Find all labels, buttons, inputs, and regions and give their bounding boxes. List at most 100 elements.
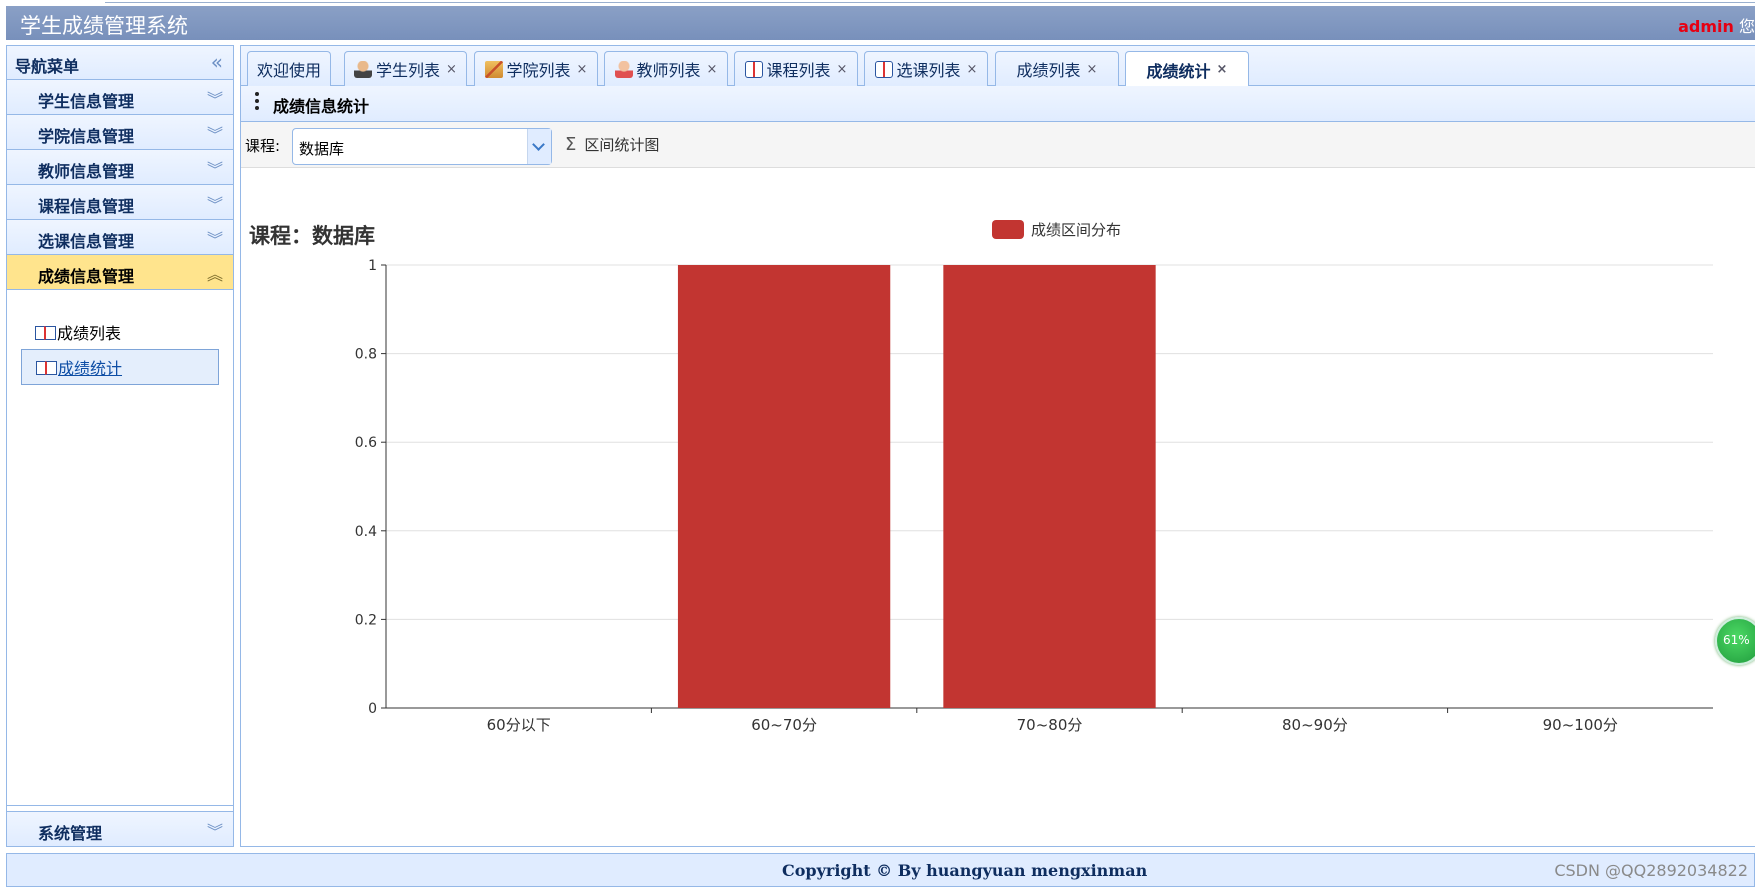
y-tick-label: 0.4 (355, 524, 377, 540)
x-tick-label: 60分以下 (487, 716, 551, 734)
close-icon[interactable]: × (707, 62, 718, 77)
range-chart-button[interactable]: Σ 区间统计图 (565, 134, 659, 155)
bar (943, 265, 1156, 708)
tab-label: 欢迎使用 (256, 61, 321, 80)
x-tick-label: 60~70分 (751, 716, 817, 734)
sidebar-section-label: 学生信息管理 (38, 92, 135, 111)
close-icon[interactable]: × (837, 62, 848, 77)
progress-badge-label: 61% (1723, 633, 1750, 647)
double-chevron-down-icon[interactable]: ︾ (207, 226, 223, 250)
user-greeting-suffix: 您 (1738, 17, 1755, 36)
tab-teacher-list[interactable]: 教师列表 × (604, 51, 728, 86)
y-tick-label: 0.8 (355, 347, 377, 363)
double-chevron-down-icon[interactable]: ︾ (207, 121, 223, 145)
sidebar-section-label: 选课信息管理 (38, 232, 135, 251)
double-chevron-down-icon[interactable]: ︾ (207, 156, 223, 180)
sidebar-section-label: 教师信息管理 (38, 162, 135, 181)
sigma-icon: Σ (565, 134, 577, 155)
panel-title: 成绩信息统计 (273, 97, 370, 116)
course-select-value: 数据库 (299, 140, 345, 158)
range-chart-button-label: 区间统计图 (584, 136, 660, 154)
x-tick-label: 90~100分 (1543, 716, 1618, 734)
tab-label: 成绩列表 (1016, 61, 1081, 80)
tab-grade-stats[interactable]: 成绩统计 × (1125, 51, 1249, 87)
sidebar-header: 导航菜单 « (7, 46, 233, 80)
tab-label: 学生列表 (376, 61, 441, 80)
chart-area: 课程：数据库 成绩区间分布 0 0.2 0.4 0.6 0.8 1 60分以下 60~70分 7… (241, 210, 1755, 846)
sidebar: 导航菜单 « 学生信息管理 ︾ 学院信息管理 ︾ 教师信息管理 ︾ 课程信息管理 ︾ 选… (6, 45, 234, 847)
tab-label: 成绩统计 (1146, 61, 1211, 81)
double-chevron-down-icon[interactable]: ︾ (207, 86, 223, 110)
filter-toolbar: 课程: 数据库 Σ 区间统计图 (241, 122, 1755, 168)
sidebar-section-selection[interactable]: 选课信息管理 ︾ (7, 220, 233, 255)
sidebar-item-grade-stats[interactable]: 成绩统计 (21, 349, 219, 385)
double-chevron-up-icon[interactable]: ︽ (207, 261, 223, 285)
y-tick-label: 0.2 (355, 612, 377, 628)
chevron-down-icon[interactable] (527, 129, 551, 164)
double-chevron-down-icon[interactable]: ︾ (207, 191, 223, 215)
book-icon (744, 60, 763, 78)
sidebar-submenu: 成绩列表 成绩统计 (7, 290, 233, 806)
tab-student-list[interactable]: 学生列表 × (344, 51, 467, 86)
user-greeting: admin 您 (1678, 13, 1755, 37)
close-icon[interactable]: × (446, 62, 457, 77)
person-icon (354, 60, 373, 78)
course-label: 课程: (245, 137, 281, 155)
sidebar-section-college[interactable]: 学院信息管理 ︾ (7, 115, 233, 150)
sidebar-item-grade-list[interactable]: 成绩列表 (21, 314, 219, 350)
copyright-text: Copyright © By huangyuan mengxinman (782, 861, 1148, 880)
tab-college-list[interactable]: 学院列表 × (474, 51, 598, 86)
x-tick-label: 70~80分 (1017, 716, 1083, 734)
sidebar-section-label: 学院信息管理 (38, 127, 135, 146)
y-tick-label: 0.6 (355, 435, 377, 451)
sidebar-section-label: 系统管理 (38, 824, 103, 843)
close-icon[interactable]: × (577, 62, 588, 77)
tab-course-list[interactable]: 课程列表 × (734, 51, 858, 86)
woman-icon (614, 60, 633, 78)
tab-label: 学院列表 (506, 61, 571, 80)
app-title: 学生成绩管理系统 (20, 14, 188, 38)
tab-grade-list[interactable]: 成绩列表 × (995, 51, 1119, 86)
legend-swatch (992, 220, 1024, 239)
chart-legend[interactable]: 成绩区间分布 (992, 219, 1121, 240)
book-icon (36, 360, 57, 375)
close-icon[interactable]: × (1217, 62, 1228, 77)
footer: Copyright © By huangyuan mengxinman CSDN… (6, 853, 1755, 887)
double-chevron-down-icon[interactable]: ︾ (207, 818, 223, 842)
tab-welcome[interactable]: 欢迎使用 (247, 51, 331, 86)
y-tick-label: 1 (368, 258, 377, 274)
sidebar-section-label: 成绩信息管理 (38, 267, 135, 286)
sidebar-section-student[interactable]: 学生信息管理 ︾ (7, 80, 233, 115)
sidebar-section-teacher[interactable]: 教师信息管理 ︾ (7, 150, 233, 185)
more-vertical-icon[interactable] (255, 92, 259, 114)
tab-bar: 欢迎使用 学生列表 × 学院列表 × 教师列表 × 课程列表 × 选课列表 × 成绩列表 ×… (241, 46, 1755, 87)
book-icon (35, 325, 56, 340)
user-name[interactable]: admin (1678, 17, 1734, 36)
top-divider (105, 0, 1755, 3)
sidebar-section-system[interactable]: 系统管理 ︾ (7, 811, 233, 846)
bar (677, 265, 891, 708)
sidebar-title: 导航菜单 (15, 57, 80, 76)
chart-title: 课程：数据库 (249, 224, 375, 248)
close-icon[interactable]: × (967, 62, 978, 77)
bar-chart: 0 0.2 0.4 0.6 0.8 1 60分以下 60~70分 70~80分 80~90分 90~… (355, 258, 1713, 734)
main-panel: 欢迎使用 学生列表 × 学院列表 × 教师列表 × 课程列表 × 选课列表 × 成绩列表 ×… (240, 45, 1755, 847)
app-header: 学生成绩管理系统 admin 您 (6, 6, 1755, 40)
x-tick-label: 80~90分 (1282, 716, 1348, 734)
sidebar-section-course[interactable]: 课程信息管理 ︾ (7, 185, 233, 220)
progress-badge[interactable]: 61% (1715, 617, 1755, 665)
course-select[interactable]: 数据库 (292, 128, 552, 165)
close-icon[interactable]: × (1087, 62, 1098, 77)
tab-label: 选课列表 (896, 61, 961, 80)
double-chevron-left-icon[interactable]: « (211, 50, 223, 74)
tab-label: 课程列表 (766, 61, 831, 80)
watermark-text: CSDN @QQ2892034822 (1554, 861, 1748, 880)
tab-selection-list[interactable]: 选课列表 × (864, 51, 988, 86)
sidebar-item-label: 成绩列表 (57, 324, 122, 343)
house-icon (484, 60, 503, 78)
sidebar-section-label: 课程信息管理 (38, 197, 135, 216)
sidebar-section-grades[interactable]: 成绩信息管理 ︽ (7, 255, 233, 290)
book-icon (874, 60, 893, 78)
panel-title-bar: 成绩信息统计 (241, 86, 1755, 122)
sidebar-item-label: 成绩统计 (58, 359, 123, 378)
